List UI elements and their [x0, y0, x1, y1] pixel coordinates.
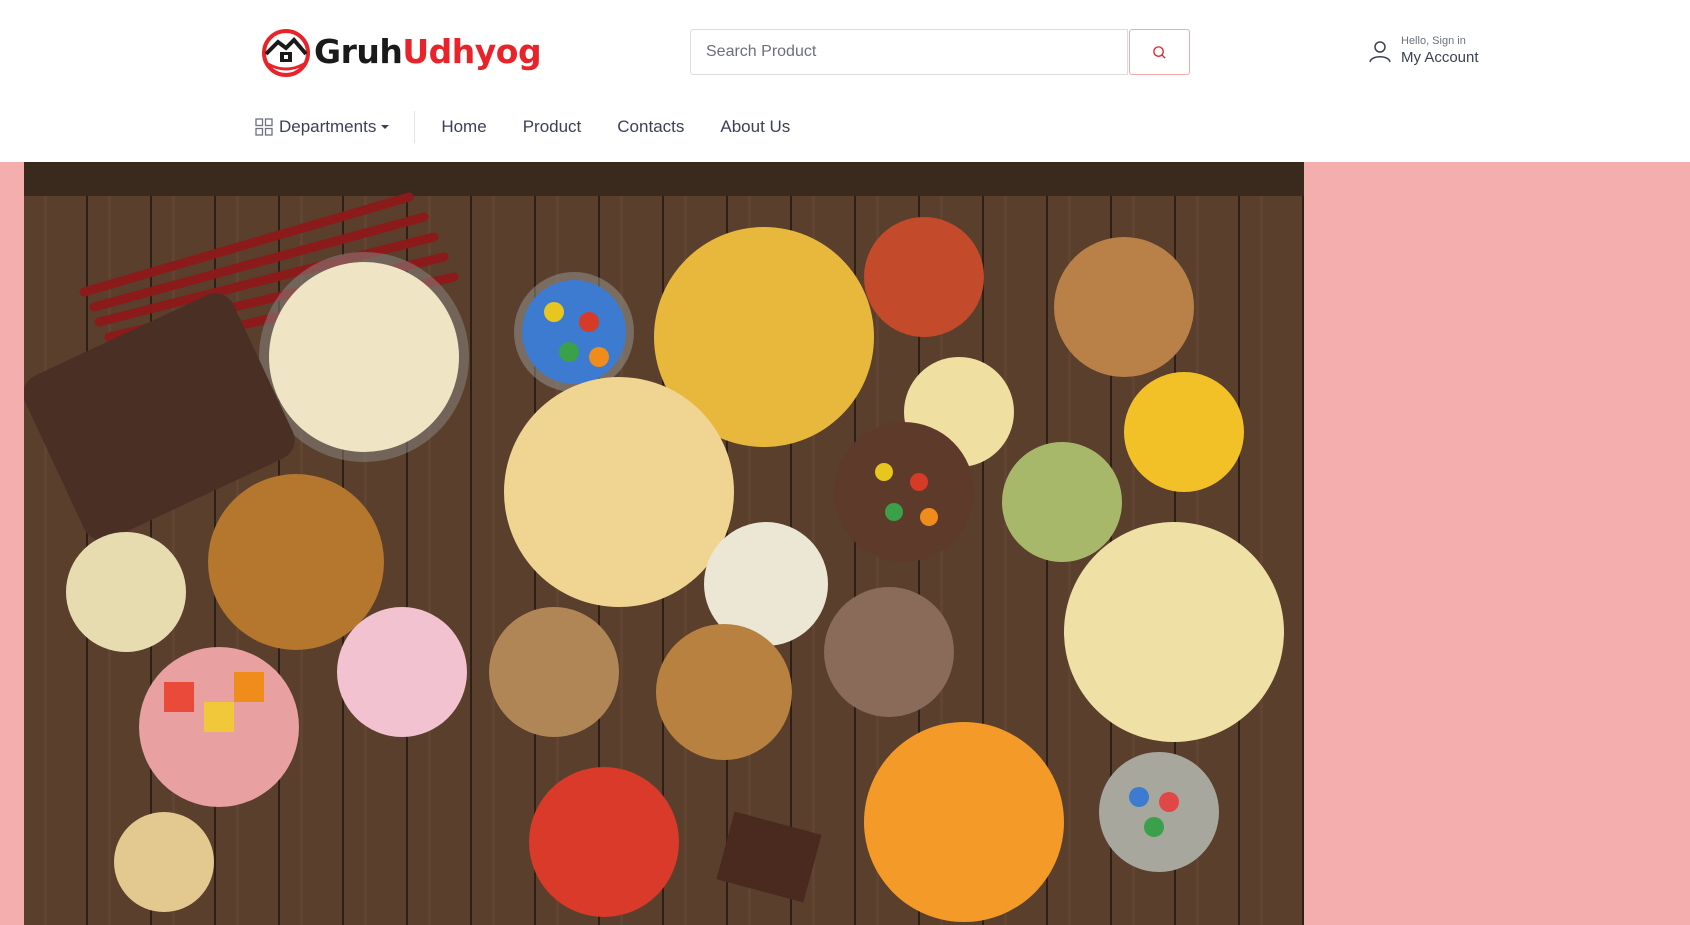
nav-divider	[414, 111, 416, 143]
site-header: GruhUdhyog Hello, Sign in My Account	[0, 0, 1690, 162]
search-icon	[1153, 45, 1166, 59]
hero-banner	[0, 162, 1690, 925]
search-bar	[690, 29, 1190, 75]
search-input[interactable]	[690, 29, 1129, 75]
nav-link-home[interactable]: Home	[441, 117, 486, 137]
user-icon	[1369, 41, 1391, 63]
account-greeting: Hello, Sign in	[1401, 35, 1466, 47]
logo-mark-icon	[262, 29, 310, 77]
hero-image	[24, 162, 1304, 925]
caret-down-icon	[381, 125, 390, 129]
departments-label: Departments	[279, 117, 377, 136]
departments-dropdown[interactable]: Departments	[255, 117, 390, 137]
nav-link-about-us[interactable]: About Us	[720, 117, 790, 137]
logo-text: GruhUdhyog	[314, 32, 542, 71]
logo-text-part1: Gruh	[314, 32, 403, 71]
logo-text-part2: Udhyog	[402, 32, 542, 71]
logo[interactable]: GruhUdhyog	[258, 24, 542, 79]
account-link[interactable]: Hello, Sign in My Account	[1368, 34, 1479, 68]
nav-link-contacts[interactable]: Contacts	[617, 117, 684, 137]
snacks-illustration	[24, 162, 1304, 925]
nav-link-product[interactable]: Product	[523, 117, 582, 137]
account-label: My Account	[1401, 49, 1479, 66]
grid-icon	[255, 118, 273, 136]
search-button[interactable]	[1129, 29, 1190, 75]
account-text: Hello, Sign in My Account	[1401, 34, 1479, 68]
main-nav: Departments Home Product Contacts About …	[255, 111, 826, 143]
